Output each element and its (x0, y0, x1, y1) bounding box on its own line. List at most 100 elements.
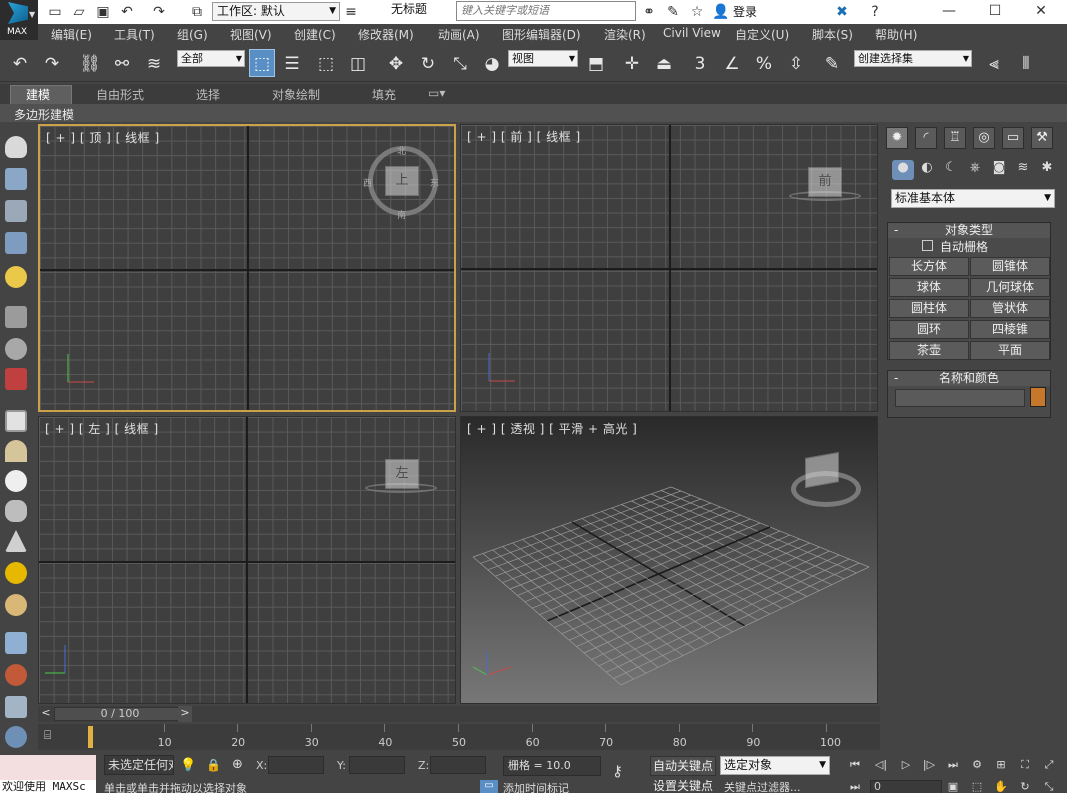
viewport-options-icon[interactable]: ▣ (944, 780, 962, 793)
key-icon[interactable]: ⚷ (612, 762, 623, 780)
x-coordinate-field[interactable] (268, 756, 324, 774)
sphere-icon[interactable] (5, 470, 27, 492)
align-icon[interactable]: ⫴ (1014, 52, 1038, 76)
viewcube[interactable]: 上 (385, 166, 419, 196)
minimize-button[interactable]: — (926, 0, 972, 24)
key-filters-button[interactable]: 关键点过滤器... (724, 779, 834, 793)
angle-snap-icon[interactable]: ∠ (720, 52, 744, 76)
window-crossing-icon[interactable]: ◫ (346, 52, 370, 76)
select-manipulate-icon[interactable]: ✛ (620, 52, 644, 76)
viewport-left[interactable]: [ + ] [ 左 ] [ 线框 ] 左 (38, 416, 456, 704)
sphere-button[interactable]: 球体 (889, 278, 969, 297)
current-frame-field[interactable]: 0 (870, 780, 942, 793)
goto-end-icon[interactable]: ⏭ (944, 758, 962, 772)
time-slider-thumb[interactable]: 0 / 100 (54, 707, 186, 721)
prev-frame-arrow-icon[interactable]: < (40, 706, 52, 722)
object-color-swatch[interactable] (1030, 387, 1046, 407)
undo-icon[interactable]: ↶ (8, 52, 32, 76)
app-logo[interactable]: MAX ▼ (0, 0, 38, 40)
placement-icon[interactable]: ◕ (480, 52, 504, 76)
zoom-extents-icon[interactable]: ⤢ (1040, 758, 1058, 772)
redo-icon[interactable]: ↷ (40, 52, 64, 76)
ribbon-options-icon[interactable]: ▭▾ (428, 86, 445, 100)
torus-button[interactable]: 圆环 (889, 320, 969, 339)
viewport-front-label[interactable]: [ + ] [ 前 ] [ 线框 ] (467, 128, 581, 145)
bind-space-warp-icon[interactable]: ≋ (142, 52, 166, 76)
zoom-icon[interactable]: ⊞ (992, 758, 1010, 772)
ribbon-tab-modeling[interactable]: 建模 (26, 86, 50, 103)
menu-animation[interactable]: 动画(A) (438, 26, 480, 43)
new-file-icon[interactable]: ▭ (46, 3, 64, 21)
shapes-icon[interactable]: ◐ (916, 160, 938, 180)
pivot-center-icon[interactable]: ⬒ (584, 52, 608, 76)
track-bar[interactable]: 10 20 30 40 50 60 70 80 90 100 (38, 724, 880, 750)
keyboard-shortcut-override-icon[interactable]: ⏏ (652, 52, 676, 76)
menu-civil-view[interactable]: Civil View (663, 26, 721, 40)
teapot-icon[interactable] (5, 136, 27, 158)
render-setup-icon[interactable] (5, 200, 27, 222)
add-time-tag-icon[interactable]: ▭ (480, 780, 498, 793)
material-editor-icon[interactable] (5, 168, 27, 190)
systems-icon[interactable]: ✱ (1036, 160, 1058, 180)
auto-key-button[interactable]: 自动关键点 (650, 756, 716, 776)
geometry-icon[interactable]: ● (892, 160, 914, 180)
display-tab-icon[interactable]: ▭ (1002, 127, 1024, 149)
compound-icon[interactable] (5, 664, 27, 686)
helper-icon[interactable] (5, 338, 27, 360)
cone-icon[interactable] (5, 530, 27, 552)
polygon-modeling-label[interactable]: 多边形建模 (14, 106, 74, 123)
viewport-front[interactable]: [ + ] [ 前 ] [ 线框 ] 前 (460, 124, 878, 412)
user-icon[interactable]: 👤 (712, 3, 730, 21)
menu-scripting[interactable]: 脚本(S) (812, 26, 853, 43)
goto-start-icon[interactable]: ⏮ (846, 758, 864, 772)
cone-button[interactable]: 圆锥体 (970, 257, 1050, 276)
reference-coordinate-dropdown[interactable]: 视图 ▼ (508, 50, 578, 67)
next-frame-arrow-icon[interactable]: > (178, 706, 192, 722)
character-icon[interactable] (5, 368, 27, 390)
box-primitive-icon[interactable] (5, 410, 27, 432)
menu-edit[interactable]: 编辑(E) (51, 26, 92, 43)
binoculars-icon[interactable]: ⚭ (640, 3, 658, 21)
edit-named-selection-icon[interactable]: ✎ (820, 52, 844, 76)
maxscript-welcome[interactable]: 欢迎使用 MAXSc (0, 780, 96, 793)
menu-customize[interactable]: 自定义(U) (735, 26, 789, 43)
create-tab-icon[interactable]: ✹ (886, 127, 908, 149)
object-name-field[interactable] (895, 389, 1025, 407)
add-time-tag[interactable]: 添加时间标记 (503, 780, 601, 793)
viewport-top[interactable]: [ + ] [ 顶 ] [ 线框 ] 上 北 南 东 西 (38, 124, 456, 412)
search-input[interactable]: 键入关键字或短语 (456, 1, 636, 21)
ribbon-tab-freeform[interactable]: 自由形式 (96, 86, 144, 103)
snaps-toggle-icon[interactable]: 3 (688, 52, 712, 76)
time-config-icon[interactable]: ⚙ (968, 758, 986, 772)
lock-selection-icon[interactable]: 🔒 (206, 758, 221, 772)
teapot-primitive-icon[interactable] (5, 500, 27, 522)
hemisphere-icon[interactable] (5, 440, 27, 462)
orbit-icon[interactable]: ↻ (1016, 780, 1034, 793)
isolate-selection-icon[interactable]: 💡 (180, 758, 196, 773)
maximize-button[interactable]: ☐ (972, 0, 1018, 24)
object-type-header[interactable]: - 对象类型 (888, 223, 1050, 238)
helpers-icon[interactable]: ◙ (988, 160, 1010, 180)
close-button[interactable]: ✕ (1018, 0, 1064, 24)
zoom-all-icon[interactable]: ⛶ (1016, 758, 1034, 772)
key-selection-set-dropdown[interactable]: 选定对象 ▼ (720, 756, 830, 775)
sun-icon[interactable] (5, 562, 27, 584)
mirror-icon[interactable]: ⫷ (982, 52, 1006, 76)
geosphere-button[interactable]: 几何球体 (970, 278, 1050, 297)
cylinder-button[interactable]: 圆柱体 (889, 299, 969, 318)
menu-rendering[interactable]: 渲染(R) (604, 26, 646, 43)
prev-key-icon[interactable]: ◁| (872, 758, 890, 772)
lights-icon[interactable]: ☾ (940, 160, 962, 180)
rendered-frame-icon[interactable] (5, 232, 27, 254)
pyramid-button[interactable]: 四棱锥 (970, 320, 1050, 339)
utilities-tab-icon[interactable]: ⚒ (1031, 127, 1053, 149)
torus-icon[interactable] (5, 594, 27, 616)
login-link[interactable]: 登录 (733, 3, 757, 20)
y-coordinate-field[interactable] (349, 756, 405, 774)
menu-modifiers[interactable]: 修改器(M) (358, 26, 414, 43)
light-bulb-icon[interactable] (5, 266, 27, 288)
field-of-view-icon[interactable]: ⬚ (968, 780, 986, 793)
save-icon[interactable]: ▣ (94, 3, 112, 21)
link-icon[interactable]: ⛓ (78, 52, 102, 76)
cameras-icon[interactable]: ⎈ (964, 160, 986, 180)
